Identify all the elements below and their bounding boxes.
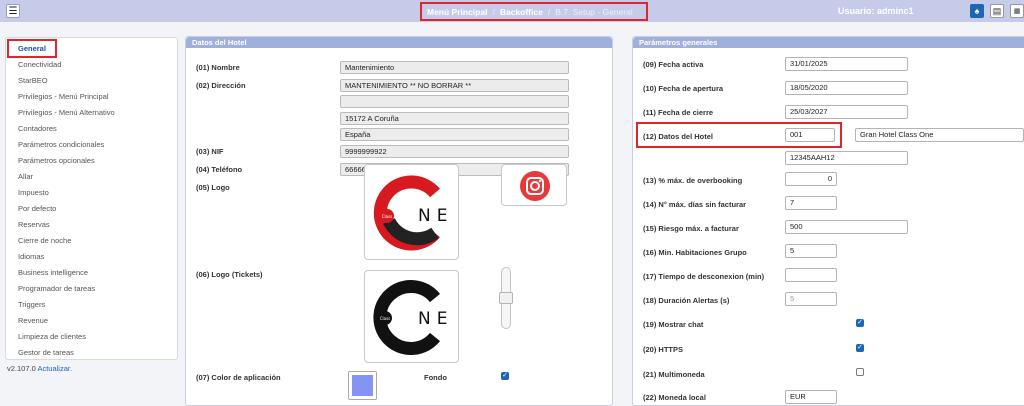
direccion-line-4[interactable]: España — [340, 128, 569, 141]
fondo-label: Fondo — [424, 373, 447, 382]
sidebar-item-programador-de-tareas[interactable]: Programador de tareas — [6, 281, 177, 297]
datos-hotel-label: (12) Datos del Hotel — [643, 132, 714, 141]
mostrar-chat-checkbox[interactable]: ✓ — [856, 319, 864, 327]
https-checkbox[interactable]: ✓ — [856, 344, 864, 352]
desconexion-label: (17) Tiempo de desconexion (min) — [643, 272, 765, 281]
fondo-checkbox[interactable]: ✓ — [501, 372, 509, 380]
datos-hotel-ref-input[interactable]: 12345AAH12 — [785, 151, 908, 165]
breadcrumb-backoffice[interactable]: Backoffice — [500, 7, 543, 17]
min-habitaciones-label: (16) Min. Habitaciones Grupo — [643, 248, 747, 257]
breadcrumb-separator: / — [547, 6, 551, 17]
datos-hotel-code-input[interactable]: 001 — [785, 128, 835, 142]
update-link[interactable]: Actualizar. — [37, 364, 72, 373]
multimoneda-label: (21) Multimoneda — [643, 370, 705, 379]
logo-label: (05) Logo — [196, 183, 230, 192]
desconexion-input[interactable] — [785, 268, 837, 282]
logo-tickets-small-text: Class — [380, 316, 391, 321]
duracion-alertas-label: (18) Duración Alertas (s) — [643, 296, 730, 305]
sidebar-item-limpieza-de-clientes[interactable]: Limpieza de clientes — [6, 329, 177, 345]
sidebar-item-conectividad[interactable]: Conectividad — [6, 57, 177, 73]
bell-icon[interactable]: ♠ — [970, 4, 984, 18]
logo-small-text: Class — [382, 214, 393, 219]
sidebar-item-gestor-de-tareas[interactable]: Gestor de tareas — [6, 345, 177, 361]
sidebar-item-cierre-de-noche[interactable]: Cierre de noche — [6, 233, 177, 249]
direccion-line-2[interactable] — [340, 95, 569, 108]
multimoneda-checkbox[interactable] — [856, 368, 864, 376]
nombre-label: (01) Nombre — [196, 63, 240, 72]
color-label: (07) Color de aplicación — [196, 373, 281, 382]
fecha-cierre-label: (11) Fecha de cierre — [643, 108, 714, 117]
telefono-label: (04) Teléfono — [196, 165, 243, 174]
fecha-cierre-input[interactable]: 25/03/2027 — [785, 105, 908, 119]
nif-label: (03) NIF — [196, 147, 224, 156]
sidebar: General Conectividad StarBEO Privilegios… — [5, 37, 178, 360]
https-label: (20) HTTPS — [643, 345, 684, 354]
panel-title: Datos del Hotel — [186, 37, 612, 48]
sidebar-item-triggers[interactable]: Triggers — [6, 297, 177, 313]
slider-handle[interactable] — [499, 292, 513, 304]
user-label: Usuario: adminc1 — [838, 6, 914, 16]
document-icon[interactable]: ▤ — [990, 4, 1004, 18]
sidebar-item-business-intelligence[interactable]: Business intelligence — [6, 265, 177, 281]
direccion-line-1[interactable]: MANTENIMIENTO ** NO BORRAR ** — [340, 79, 569, 92]
dias-sin-facturar-input[interactable]: 7 — [785, 196, 837, 210]
datos-hotel-name-input[interactable]: Gran Hotel Class One — [855, 128, 1024, 142]
duracion-alertas-input[interactable]: 5 — [785, 292, 837, 306]
sidebar-item-starbeo[interactable]: StarBEO — [6, 73, 177, 89]
overbooking-label: (13) % máx. de overbooking — [643, 176, 743, 185]
sidebar-item-privilegios-alternativo[interactable]: Privilegios - Menú Alternativo — [6, 105, 177, 121]
sidebar-item-privilegios-principal[interactable]: Privilegios - Menú Principal — [6, 89, 177, 105]
menu-icon[interactable]: ☰ — [6, 4, 20, 18]
fecha-activa-label: (09) Fecha activa — [643, 60, 704, 69]
min-habitaciones-input[interactable]: 5 — [785, 244, 837, 258]
breadcrumb-main-menu[interactable]: Menú Principal — [427, 7, 487, 17]
highlight-box — [7, 39, 57, 58]
sidebar-item-allar[interactable]: Allar — [6, 169, 177, 185]
fecha-apertura-label: (10) Fecha de apertura — [643, 84, 724, 93]
moneda-local-label: (22) Moneda local — [643, 393, 706, 402]
nombre-field[interactable]: Mantenimiento — [340, 61, 569, 74]
logo-tickets-image[interactable]: Class NE — [364, 270, 459, 363]
sidebar-item-contadores[interactable]: Contadores — [6, 121, 177, 137]
nif-field[interactable]: 9999999922 — [340, 145, 569, 158]
direccion-line-3[interactable]: 15172 A Coruña — [340, 112, 569, 125]
version-number: v2.107.0 — [7, 364, 36, 373]
sidebar-item-reservas[interactable]: Reservas — [6, 217, 177, 233]
riesgo-input[interactable]: 500 — [785, 220, 908, 234]
logo-tickets-text: NE — [418, 309, 453, 329]
sidebar-item-parametros-condicionales[interactable]: Parámetros condicionales — [6, 137, 177, 153]
color-swatch — [352, 375, 373, 396]
breadcrumb: Menú Principal / Backoffice / B.7. Setup… — [420, 2, 648, 21]
mostrar-chat-label: (19) Mostrar chat — [643, 320, 704, 329]
sidebar-item-impuesto[interactable]: Impuesto — [6, 185, 177, 201]
color-picker[interactable] — [348, 371, 377, 400]
sidebar-item-idiomas[interactable]: Idiomas — [6, 249, 177, 265]
logo-social-image[interactable] — [501, 164, 567, 206]
logo-tickets-label: (06) Logo (Tickets) — [196, 270, 263, 279]
riesgo-label: (15) Riesgo máx. a facturar — [643, 224, 739, 233]
breadcrumb-current: B.7. Setup - General — [555, 6, 633, 17]
grid-icon[interactable]: ▦ — [1010, 4, 1024, 18]
sidebar-item-revenue[interactable]: Revenue — [6, 313, 177, 329]
panel-title: Parámetros generales — [633, 37, 1024, 48]
sidebar-item-por-defecto[interactable]: Por defecto — [6, 201, 177, 217]
sidebar-item-parametros-opcionales[interactable]: Parámetros opcionales — [6, 153, 177, 169]
dias-sin-facturar-label: (14) N° máx. días sin facturar — [643, 200, 747, 209]
version-info: v2.107.0 Actualizar. — [7, 364, 72, 373]
top-bar: ☰ Menú Principal / Backoffice / B.7. Set… — [0, 0, 1024, 22]
overbooking-input[interactable]: 0 — [785, 172, 837, 186]
breadcrumb-separator: / — [492, 6, 495, 17]
logo-image[interactable]: Class NE — [364, 164, 459, 260]
fecha-apertura-input[interactable]: 18/05/2020 — [785, 81, 908, 95]
direccion-label: (02) Dirección — [196, 81, 246, 90]
logo-text: NE — [418, 206, 453, 226]
fecha-activa-input[interactable]: 31/01/2025 — [785, 57, 908, 71]
